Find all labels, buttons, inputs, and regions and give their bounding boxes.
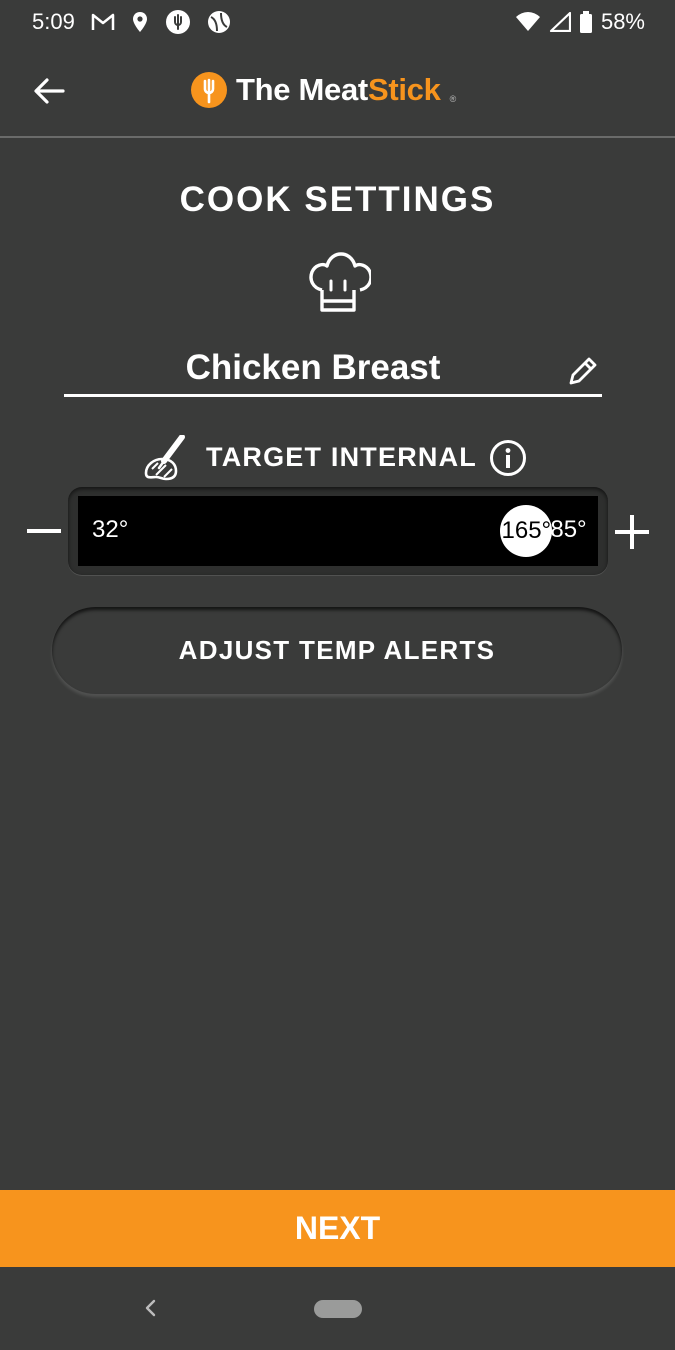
meatstick-logo: The MeatStick ® (190, 70, 456, 110)
status-left: 5:09 (32, 9, 231, 35)
target-internal-label: TARGET INTERNAL (206, 442, 477, 472)
meatstick-notification-icon (165, 9, 191, 35)
nav-home-pill[interactable] (314, 1300, 362, 1318)
status-bar: 5:09 58% (0, 0, 675, 44)
status-right: 58% (515, 9, 645, 35)
app-header: The MeatStick ® (0, 44, 675, 138)
arrow-left-icon (34, 78, 65, 104)
adjust-temp-alerts-button[interactable]: ADJUST TEMP ALERTS (52, 607, 622, 694)
info-icon[interactable] (489, 439, 527, 477)
increase-temp-button[interactable] (612, 510, 652, 554)
battery-icon (579, 11, 593, 33)
sports-icon (207, 10, 231, 34)
plus-icon (615, 515, 649, 549)
meatstick-logo-icon (191, 72, 227, 108)
cook-name-value: Chicken Breast (185, 348, 441, 387)
next-button[interactable]: NEXT (0, 1190, 675, 1267)
slider-min-label: 32° (92, 516, 129, 543)
minus-icon (27, 529, 61, 533)
location-icon (131, 11, 149, 33)
chevron-left-icon (145, 1299, 156, 1317)
logo-registered-mark: ® (449, 94, 457, 104)
probe-in-meat-icon (144, 435, 185, 481)
nav-back-button[interactable] (138, 1293, 162, 1323)
signal-icon (549, 12, 571, 32)
pencil-edit-icon[interactable] (566, 354, 600, 388)
decrease-temp-button[interactable] (24, 510, 64, 554)
chef-hat-icon (309, 252, 371, 312)
gmail-icon (91, 13, 115, 31)
logo-text-prefix: The Meat (236, 72, 368, 107)
wifi-icon (515, 12, 541, 32)
cook-name-field[interactable]: Chicken Breast (64, 340, 602, 397)
page-title: COOK SETTINGS (179, 180, 496, 219)
slider-thumb[interactable]: 165° (500, 505, 553, 557)
back-button[interactable] (28, 70, 70, 112)
status-time: 5:09 (32, 9, 75, 34)
logo-text-accent: Stick (367, 72, 441, 107)
system-nav-bar (0, 1267, 675, 1350)
logo-text: The MeatStick (236, 72, 441, 108)
battery-percent: 58% (600, 9, 645, 34)
target-internal-row: TARGET INTERNAL (0, 433, 675, 483)
